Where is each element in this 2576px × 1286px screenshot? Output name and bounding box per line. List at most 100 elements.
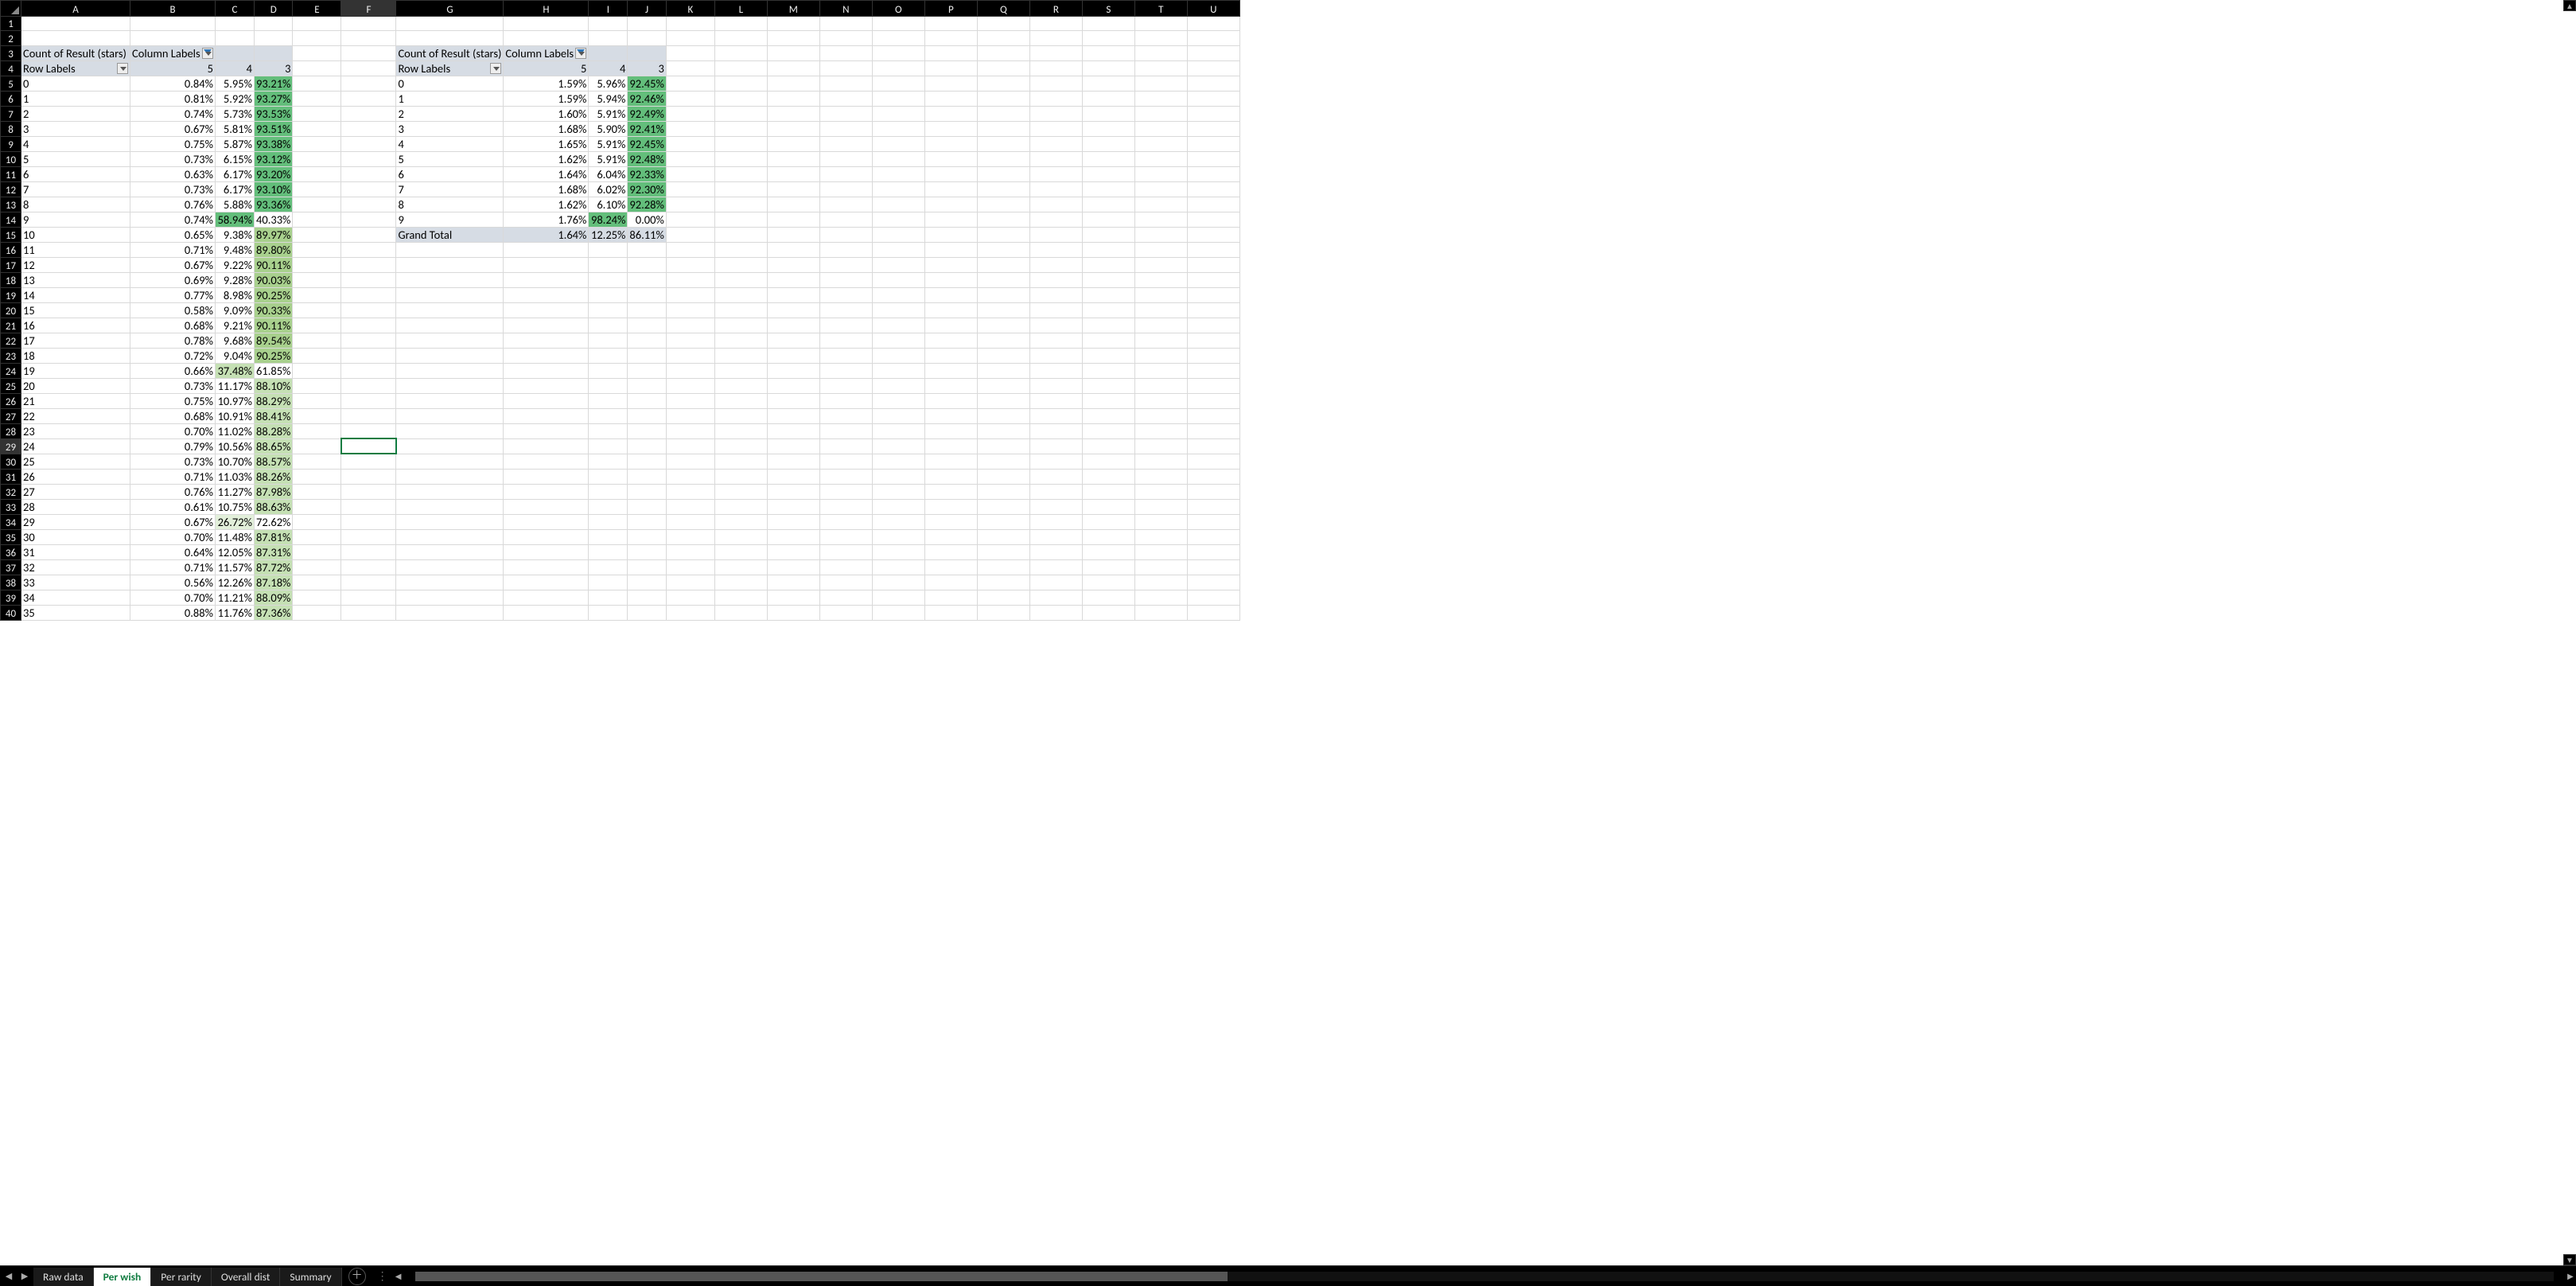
cell[interactable]: [293, 590, 341, 605]
cell[interactable]: [293, 17, 341, 31]
cell[interactable]: [1187, 166, 1239, 181]
cell[interactable]: [714, 257, 767, 272]
cell[interactable]: [924, 438, 977, 454]
cell[interactable]: [1187, 454, 1239, 469]
cell[interactable]: [1082, 287, 1134, 302]
cell[interactable]: [504, 544, 589, 559]
cell[interactable]: [1029, 257, 1082, 272]
cell[interactable]: [666, 484, 714, 499]
cell[interactable]: [977, 121, 1029, 136]
cell[interactable]: [819, 378, 872, 393]
cell[interactable]: [924, 121, 977, 136]
cell[interactable]: [504, 31, 589, 45]
cell[interactable]: [1029, 484, 1082, 499]
cell[interactable]: [714, 212, 767, 227]
cell[interactable]: [714, 318, 767, 333]
cell[interactable]: [767, 469, 819, 484]
cell[interactable]: [1187, 106, 1239, 121]
cell[interactable]: [767, 197, 819, 212]
cell[interactable]: [924, 302, 977, 318]
cell[interactable]: [293, 423, 341, 438]
cell[interactable]: [21, 31, 130, 45]
cell[interactable]: [1187, 469, 1239, 484]
cell[interactable]: [714, 605, 767, 620]
col-header-A[interactable]: A: [21, 1, 130, 17]
cell[interactable]: [666, 333, 714, 348]
row-header-22[interactable]: 22: [1, 333, 21, 348]
cell[interactable]: [872, 605, 924, 620]
cell[interactable]: [293, 514, 341, 529]
cell[interactable]: [1187, 257, 1239, 272]
cell[interactable]: [1187, 438, 1239, 454]
cell[interactable]: [341, 17, 396, 31]
cell[interactable]: [714, 76, 767, 91]
cell[interactable]: [504, 302, 589, 318]
cell[interactable]: [504, 469, 589, 484]
cell[interactable]: [628, 423, 666, 438]
cell[interactable]: [666, 212, 714, 227]
cell[interactable]: [341, 302, 396, 318]
cell[interactable]: [819, 575, 872, 590]
cell[interactable]: [1082, 45, 1134, 60]
cell[interactable]: [1134, 166, 1187, 181]
cell[interactable]: [714, 378, 767, 393]
cell[interactable]: [924, 212, 977, 227]
cell[interactable]: [1029, 212, 1082, 227]
cell[interactable]: [1134, 121, 1187, 136]
cell[interactable]: [924, 136, 977, 151]
cell[interactable]: [1029, 302, 1082, 318]
cell[interactable]: [341, 272, 396, 287]
cell[interactable]: [1187, 197, 1239, 212]
cell[interactable]: [666, 408, 714, 423]
row-header-3[interactable]: 3: [1, 45, 21, 60]
cell[interactable]: [589, 514, 628, 529]
cell[interactable]: [293, 575, 341, 590]
cell[interactable]: [589, 575, 628, 590]
cell[interactable]: [1134, 91, 1187, 106]
cell[interactable]: [396, 590, 504, 605]
cell[interactable]: [589, 378, 628, 393]
cell[interactable]: [1082, 212, 1134, 227]
cell[interactable]: [1134, 181, 1187, 197]
cell[interactable]: [1082, 423, 1134, 438]
col-header-R[interactable]: R: [1029, 1, 1082, 17]
cell[interactable]: [396, 605, 504, 620]
sheet-tab-per-wish[interactable]: Per wish: [94, 1268, 152, 1286]
cell[interactable]: [628, 348, 666, 363]
cell[interactable]: [504, 272, 589, 287]
cell[interactable]: [872, 17, 924, 31]
cell[interactable]: [819, 197, 872, 212]
cell[interactable]: [714, 287, 767, 302]
cell[interactable]: [1187, 17, 1239, 31]
cell[interactable]: [924, 272, 977, 287]
cell[interactable]: [714, 559, 767, 575]
cell[interactable]: [1134, 514, 1187, 529]
cell[interactable]: [1082, 151, 1134, 166]
cell[interactable]: [767, 438, 819, 454]
cell[interactable]: [1134, 423, 1187, 438]
cell[interactable]: [767, 454, 819, 469]
col-header-U[interactable]: U: [1187, 1, 1239, 17]
cell[interactable]: [504, 529, 589, 544]
cell[interactable]: [1134, 136, 1187, 151]
cell[interactable]: [628, 575, 666, 590]
cell[interactable]: [396, 257, 504, 272]
cell[interactable]: [341, 318, 396, 333]
cell[interactable]: [1134, 106, 1187, 121]
cell[interactable]: [924, 605, 977, 620]
cell[interactable]: [1082, 469, 1134, 484]
cell[interactable]: [924, 197, 977, 212]
cell[interactable]: [1082, 333, 1134, 348]
row-header-1[interactable]: 1: [1, 17, 21, 31]
cell[interactable]: [1134, 76, 1187, 91]
cell[interactable]: [819, 469, 872, 484]
cell[interactable]: [396, 302, 504, 318]
cell[interactable]: [504, 318, 589, 333]
cell[interactable]: [341, 544, 396, 559]
cell[interactable]: [1082, 363, 1134, 378]
cell[interactable]: [504, 423, 589, 438]
cell[interactable]: [1082, 438, 1134, 454]
cell[interactable]: [589, 272, 628, 287]
cell[interactable]: [1082, 378, 1134, 393]
cell[interactable]: [1187, 121, 1239, 136]
